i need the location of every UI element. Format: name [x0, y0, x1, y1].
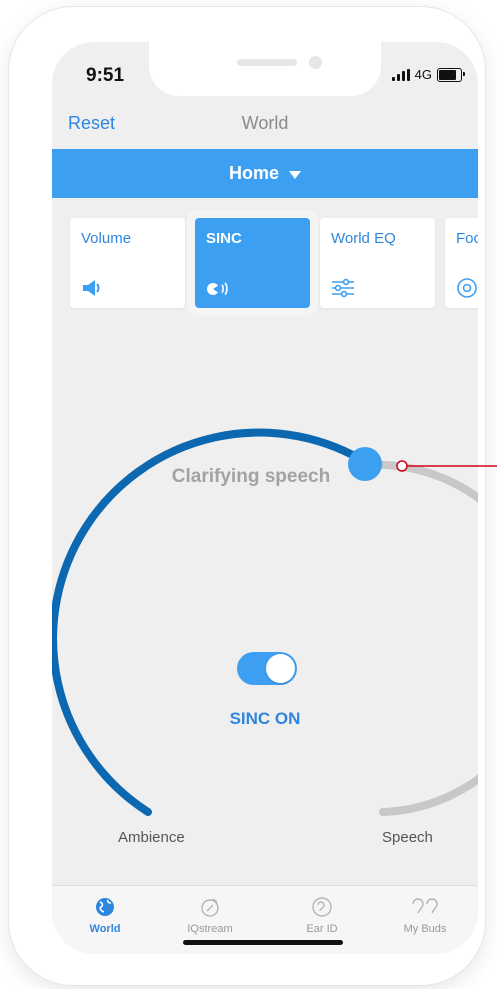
app-screen: 9:51 4G World Reset Home Volume SINC Wor…: [52, 42, 478, 954]
phone-frame: 9:51 4G World Reset Home Volume SINC Wor…: [9, 7, 485, 985]
dial-right-label: Speech: [382, 829, 433, 846]
dial-handle: [348, 447, 382, 481]
tab-my-buds[interactable]: My Buds: [385, 896, 465, 935]
globe-icon: [96, 898, 114, 916]
tab-ear-id[interactable]: Ear ID: [282, 896, 362, 935]
sinc-toggle-label: SINC ON: [229, 709, 301, 728]
home-indicator: [183, 940, 343, 945]
dial-track-inactive: [366, 460, 478, 816]
tab-label: World: [89, 923, 121, 935]
tab-label: IQstream: [187, 923, 233, 935]
sinc-toggle[interactable]: [237, 652, 297, 685]
sinc-dial[interactable]: [52, 42, 478, 954]
iqstream-icon: [201, 898, 219, 917]
tab-label: Ear ID: [306, 923, 338, 935]
ear-icon: [312, 897, 332, 917]
tab-iqstream[interactable]: IQstream: [170, 896, 250, 935]
dial-track-active: [52, 428, 374, 816]
tab-world[interactable]: World: [65, 896, 145, 935]
earbuds-icon: [412, 898, 438, 914]
dial-left-label: Ambience: [118, 829, 185, 846]
tab-label: My Buds: [403, 923, 447, 935]
toggle-knob: [266, 654, 295, 683]
front-camera: [309, 56, 322, 69]
notch: [149, 42, 381, 96]
earpiece-speaker: [237, 59, 297, 66]
